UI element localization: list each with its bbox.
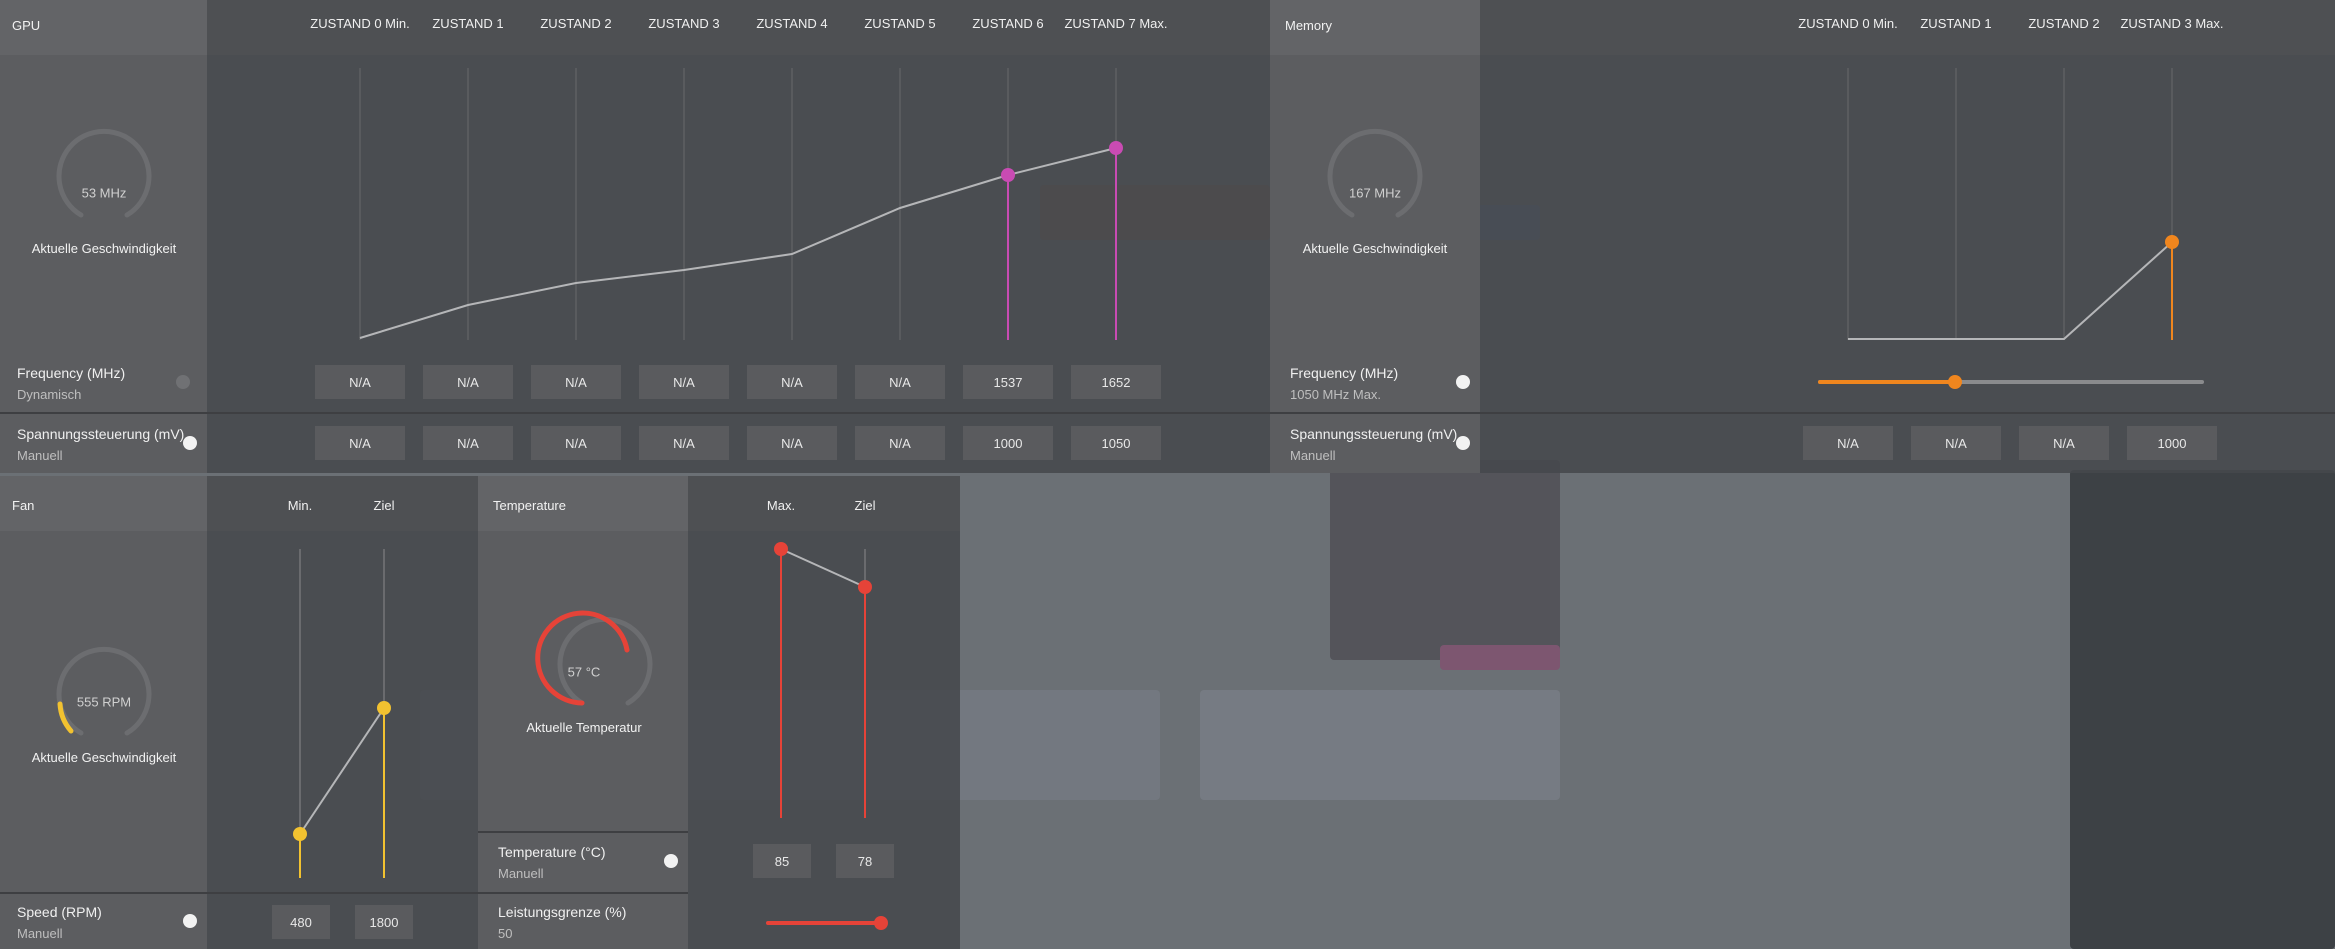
fan-target-field[interactable]: 1800 — [355, 905, 413, 939]
gpu-frequency-label: Frequency (MHz) — [17, 365, 126, 381]
gpu-voltage-field-2[interactable]: N/A — [531, 426, 621, 460]
temperature-max-field[interactable]: 85 — [753, 844, 811, 878]
gpu-frequency-field-6[interactable]: 1537 — [963, 365, 1053, 399]
memory-panel: Memory ZUSTAND 0 Min. ZUSTAND 1 ZUSTAND … — [1270, 0, 2335, 473]
memory-voltage-field-0[interactable]: N/A — [1803, 426, 1893, 460]
gpu-frequency-field-7[interactable]: 1652 — [1071, 365, 1161, 399]
gpu-separator — [0, 412, 1270, 414]
gpu-voltage-label: Spannungssteuerung (mV) — [17, 426, 185, 442]
temperature-toggle[interactable] — [664, 854, 678, 868]
temperature-mode: Manuell — [498, 866, 544, 881]
memory-curve-chart[interactable] — [1270, 0, 2335, 473]
gpu-voltage-field-6[interactable]: 1000 — [963, 426, 1053, 460]
memory-voltage-field-1[interactable]: N/A — [1911, 426, 2001, 460]
gpu-frequency-field-0[interactable]: N/A — [315, 365, 405, 399]
memory-state-3-handle — [2165, 235, 2179, 249]
fan-min-handle — [293, 827, 307, 841]
fan-separator — [0, 892, 478, 894]
memory-voltage-field-3[interactable]: 1000 — [2127, 426, 2217, 460]
fan-min-field[interactable]: 480 — [272, 905, 330, 939]
gpu-frequency-mode: Dynamisch — [17, 387, 82, 402]
fan-speed-label: Speed (RPM) — [17, 904, 102, 920]
gpu-voltage-field-3[interactable]: N/A — [639, 426, 729, 460]
gpu-voltage-field-7[interactable]: 1050 — [1071, 426, 1161, 460]
gpu-panel: GPU ZUSTAND 0 Min. ZUSTAND 1 ZUSTAND 2 Z… — [0, 0, 1270, 473]
gpu-frequency-field-2[interactable]: N/A — [531, 365, 621, 399]
gpu-frequency-toggle[interactable] — [176, 375, 190, 389]
temperature-target-handle — [858, 580, 872, 594]
fan-curve-chart[interactable] — [0, 476, 478, 949]
gpu-voltage-field-0[interactable]: N/A — [315, 426, 405, 460]
memory-frequency-label: Frequency (MHz) — [1290, 365, 1399, 381]
temperature-separator-top — [478, 831, 688, 833]
memory-voltage-field-2[interactable]: N/A — [2019, 426, 2109, 460]
memory-voltage-mode: Manuell — [1290, 448, 1336, 463]
gpu-voltage-field-5[interactable]: N/A — [855, 426, 945, 460]
fan-speed-mode: Manuell — [17, 926, 63, 941]
memory-voltage-toggle[interactable] — [1456, 436, 1470, 450]
gpu-state-6-handle — [1001, 168, 1015, 182]
gpu-voltage-field-4[interactable]: N/A — [747, 426, 837, 460]
gpu-frequency-field-5[interactable]: N/A — [855, 365, 945, 399]
power-limit-value: 50 — [498, 926, 513, 941]
gpu-voltage-field-1[interactable]: N/A — [423, 426, 513, 460]
temperature-target-field[interactable]: 78 — [836, 844, 894, 878]
fan-target-handle — [377, 701, 391, 715]
temperature-separator — [478, 892, 688, 894]
memory-frequency-toggle[interactable] — [1456, 375, 1470, 389]
gpu-curve-chart[interactable] — [0, 0, 1270, 473]
memory-frequency-mode: 1050 MHz Max. — [1290, 387, 1382, 402]
temperature-max-handle — [774, 542, 788, 556]
memory-frequency-slider-handle — [1948, 375, 1962, 389]
memory-voltage-label: Spannungssteuerung (mV) — [1290, 426, 1458, 442]
gpu-frequency-field-1[interactable]: N/A — [423, 365, 513, 399]
gpu-frequency-field-4[interactable]: N/A — [747, 365, 837, 399]
power-limit-slider-handle — [874, 916, 888, 930]
memory-separator — [1270, 412, 2335, 414]
temperature-label: Temperature (°C) — [498, 844, 606, 860]
gpu-frequency-field-3[interactable]: N/A — [639, 365, 729, 399]
gpu-state-7-handle — [1109, 141, 1123, 155]
temperature-curve-chart[interactable] — [478, 476, 960, 949]
fan-panel: Fan Min. Ziel 555 RPM Aktuelle Geschwind… — [0, 476, 478, 949]
temperature-panel: Temperature Max. Ziel 57 °C Aktuelle Tem… — [478, 476, 960, 949]
fan-speed-toggle[interactable] — [183, 914, 197, 928]
power-limit-label: Leistungsgrenze (%) — [498, 904, 627, 920]
gpu-voltage-toggle[interactable] — [183, 436, 197, 450]
gpu-voltage-mode: Manuell — [17, 448, 63, 463]
